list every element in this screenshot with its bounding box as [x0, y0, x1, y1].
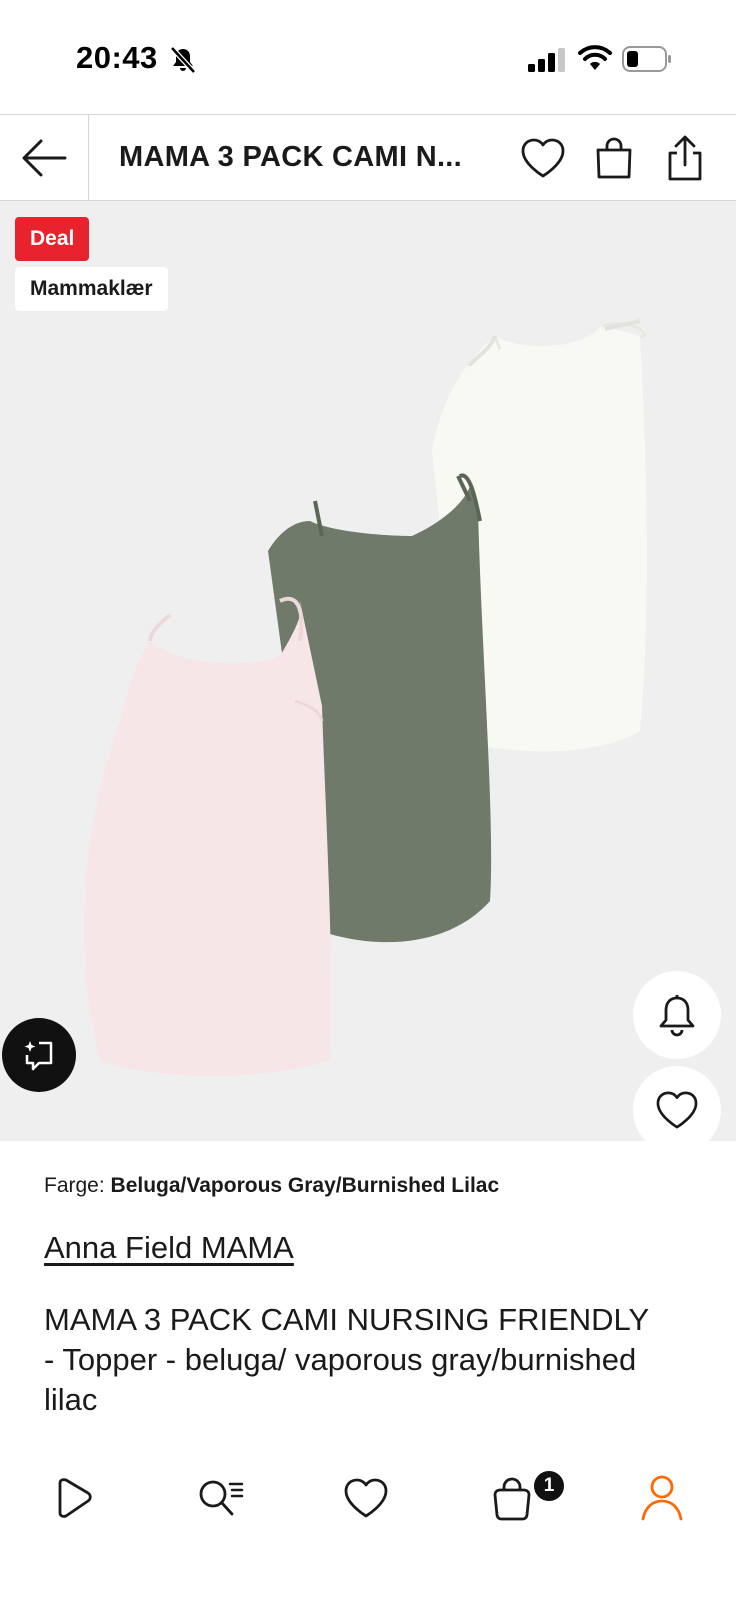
ai-assistant-button[interactable] — [2, 1018, 76, 1092]
nav-wishlist[interactable] — [336, 1468, 396, 1528]
shopping-bag-icon — [493, 1477, 531, 1521]
product-photo-camis — [83, 319, 647, 1076]
bell-icon — [659, 995, 695, 1037]
battery-icon — [622, 46, 671, 72]
bell-muted-icon — [170, 46, 196, 74]
brand-link[interactable]: Anna Field MAMA — [44, 1230, 294, 1266]
nav-profile[interactable] — [632, 1468, 692, 1528]
notify-button[interactable] — [633, 971, 721, 1059]
heart-icon — [656, 1091, 698, 1129]
bag-button[interactable] — [590, 134, 638, 182]
share-button[interactable] — [661, 134, 709, 182]
sparkle-chat-icon — [24, 1041, 53, 1071]
cart-count-badge: 1 — [532, 1469, 566, 1503]
arrow-left-icon — [22, 139, 67, 176]
product-name: MAMA 3 PACK CAMI NURSING FRIENDLY - Topp… — [44, 1302, 649, 1417]
wifi-icon — [578, 45, 612, 70]
status-bar: 20:43 — [0, 0, 736, 114]
wishlist-button[interactable] — [519, 134, 567, 182]
share-icon — [668, 135, 702, 181]
color-value: Beluga/Vaporous Gray/Burnished Lilac — [110, 1174, 500, 1197]
nav-home[interactable] — [44, 1468, 104, 1528]
bottom-navigation: 1 — [0, 1452, 736, 1600]
play-home-icon — [58, 1478, 92, 1518]
heart-icon — [344, 1478, 388, 1518]
category-badge: Mammaklær — [15, 267, 168, 311]
status-time: 20:43 — [76, 40, 158, 75]
heart-icon — [521, 138, 565, 178]
user-icon — [641, 1475, 683, 1521]
nav-search[interactable] — [190, 1468, 250, 1528]
product-image[interactable]: Deal Mammaklær — [0, 201, 736, 1141]
color-info: Farge: Beluga/Vaporous Gray/Burnished Li… — [44, 1174, 499, 1198]
deal-badge: Deal — [15, 217, 90, 261]
page-title: MAMA 3 PACK CAMI N... — [119, 141, 463, 173]
product-header: MAMA 3 PACK CAMI N... — [0, 114, 736, 201]
cellular-signal-icon — [528, 48, 565, 72]
search-list-icon — [199, 1480, 244, 1516]
back-button[interactable] — [0, 115, 89, 200]
color-label: Farge: — [44, 1174, 105, 1197]
shopping-bag-icon — [596, 137, 632, 179]
